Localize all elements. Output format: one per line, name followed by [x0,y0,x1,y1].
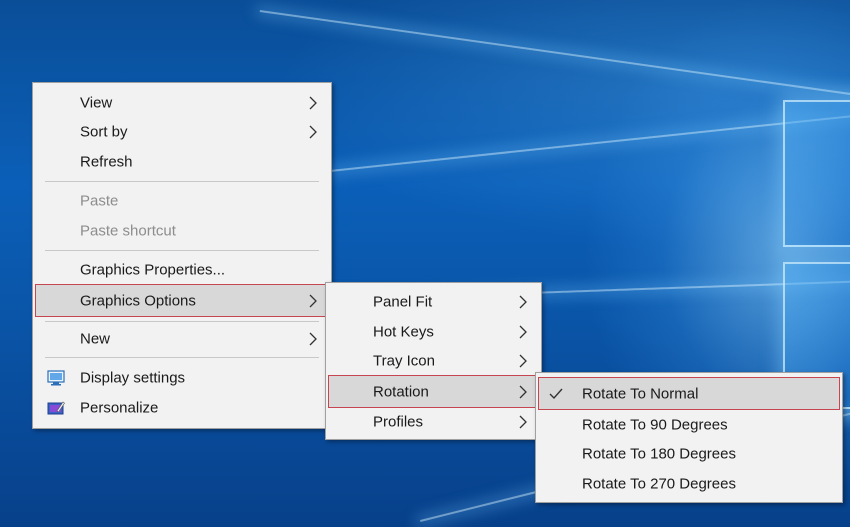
light-beam [330,111,850,172]
menu-item-refresh[interactable]: Refresh [35,147,329,176]
menu-item-label: Panel Fit [373,293,433,310]
menu-separator [45,250,319,251]
menu-item-label: Display settings [80,369,186,386]
menu-item-graphics-options[interactable]: Graphics Options [35,284,329,317]
menu-item-graphics-properties[interactable]: Graphics Properties... [35,255,329,284]
menu-item-label: New [80,330,111,347]
menu-item-new[interactable]: New [35,324,329,353]
chevron-right-icon [519,325,527,338]
submenu-item-hot-keys[interactable]: Hot Keys [328,317,539,346]
chevron-right-icon [309,294,317,307]
chevron-right-icon [519,385,527,398]
menu-item-display-settings[interactable]: Display settings [35,363,329,392]
chevron-right-icon [309,96,317,109]
menu-item-label: Profiles [373,413,424,430]
submenu-item-tray-icon[interactable]: Tray Icon [328,346,539,375]
checkmark-icon [549,388,563,399]
menu-item-sort-by[interactable]: Sort by [35,117,329,146]
menu-item-label: Tray Icon [373,352,435,369]
menu-item-view[interactable]: View [35,88,329,117]
submenu-item-rotate-to-normal[interactable]: Rotate To Normal [538,377,840,410]
chevron-right-icon [309,125,317,138]
menu-item-label: Paste shortcut [80,222,176,239]
menu-item-personalize[interactable]: Personalize [35,393,329,422]
personalize-icon [47,401,65,414]
submenu-item-rotate-to-180-degrees[interactable]: Rotate To 180 Degrees [538,439,840,468]
chevron-right-icon [519,415,527,428]
menu-item-label: Rotate To 270 Degrees [582,475,736,492]
chevron-right-icon [519,354,527,367]
submenu-item-rotate-to-270-degrees[interactable]: Rotate To 270 Degrees [538,469,840,498]
menu-item-paste[interactable]: Paste [35,186,329,215]
menu-item-label: Paste [80,192,119,209]
submenu-item-panel-fit[interactable]: Panel Fit [328,287,539,316]
window-logo-pane [783,100,850,247]
menu-item-label: Hot Keys [373,323,434,340]
chevron-right-icon [519,295,527,308]
menu-item-label: Personalize [80,399,159,416]
graphics-options-submenu: Panel Fit Hot Keys Tray Icon Rotation Pr… [325,282,542,440]
menu-item-label: Graphics Properties... [80,261,226,278]
desktop-context-menu: View Sort by Refresh Paste Paste shortcu… [32,82,332,429]
menu-item-label: View [80,94,113,111]
menu-item-label: Rotate To 90 Degrees [582,416,728,433]
menu-item-label: Sort by [80,123,128,140]
menu-item-label: Graphics Options [80,292,196,309]
menu-item-label: Refresh [80,153,133,170]
submenu-item-profiles[interactable]: Profiles [328,407,539,436]
menu-separator [45,321,319,322]
menu-separator [45,357,319,358]
menu-separator [45,181,319,182]
chevron-right-icon [309,332,317,345]
rotation-submenu: Rotate To Normal Rotate To 90 Degrees Ro… [535,372,843,503]
menu-item-label: Rotate To Normal [582,385,699,402]
menu-item-label: Rotation [373,383,429,400]
submenu-item-rotation[interactable]: Rotation [328,375,539,408]
submenu-item-rotate-to-90-degrees[interactable]: Rotate To 90 Degrees [538,410,840,439]
display-settings-icon [47,369,65,385]
light-beam [259,10,850,102]
menu-item-label: Rotate To 180 Degrees [582,445,736,462]
menu-item-paste-shortcut[interactable]: Paste shortcut [35,216,329,245]
